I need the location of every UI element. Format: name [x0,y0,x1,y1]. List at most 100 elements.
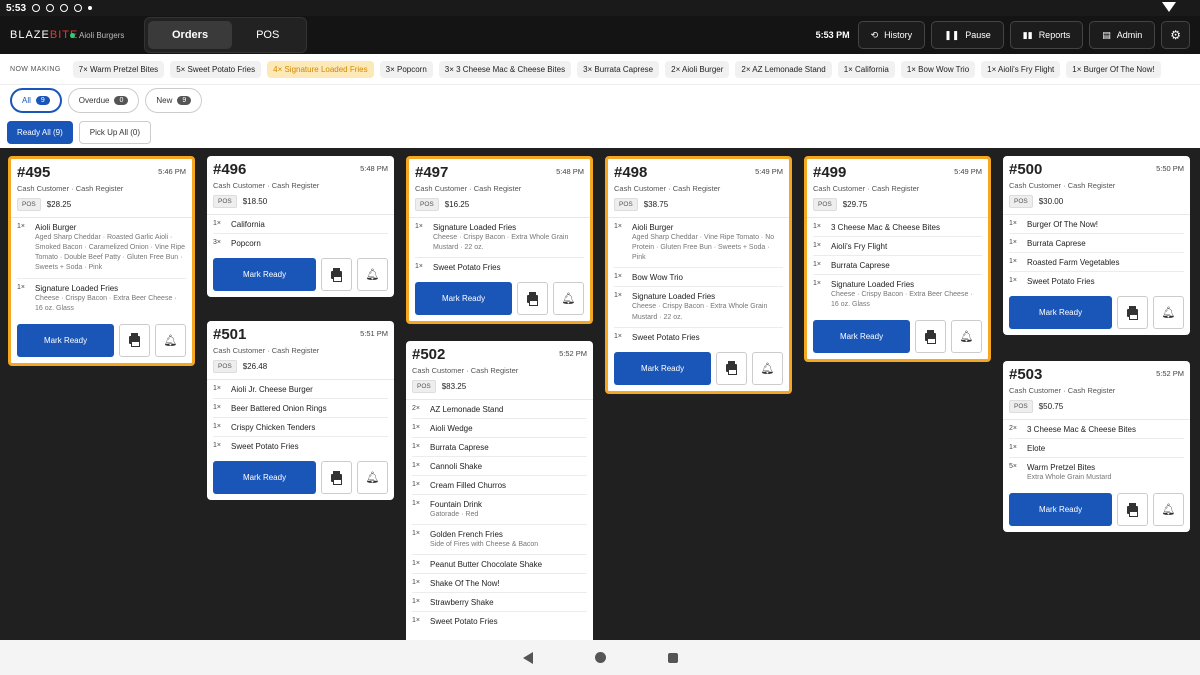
pause-icon: ❚❚ [944,29,960,40]
mark-ready-button[interactable]: Mark Ready [1009,493,1112,527]
now-making-chip[interactable]: 5× Sweet Potato Fries [170,60,262,78]
tab-pos[interactable]: POS [232,21,303,49]
now-making-chip[interactable]: 2× AZ Lemonade Stand [735,60,832,78]
print-button[interactable] [321,461,352,494]
notify-button[interactable]: 🔔︎ [1153,296,1184,329]
now-making-chip[interactable]: 1× Burger Of The Now! [1066,60,1161,78]
item-name: Golden French Fries [430,530,503,540]
notify-button[interactable]: 🔔︎ [357,461,388,494]
order-card-501: #501 5:51 PM Cash Customer · Cash Registe… [207,321,394,500]
item-name: Sweet Potato Fries [1027,277,1095,286]
order-item: 1× Sweet Potato Fries [415,258,584,276]
order-card-500: #500 5:50 PM Cash Customer · Cash Registe… [1003,156,1190,335]
now-making-chip[interactable]: 7× Warm Pretzel Bites [72,60,165,78]
order-item: 1× Peanut Butter Chocolate Shake [412,555,587,575]
item-name: 3 Cheese Mac & Cheese Bites [831,223,940,232]
item-name: Warm Pretzel Bites [1027,463,1096,472]
order-time: 5:48 PM [360,164,388,173]
order-item: 1× Bow Wow Trio [614,268,783,288]
bell-icon: 🔔︎ [561,293,576,306]
item-name: Sweet Potato Fries [632,332,700,342]
now-making-chip[interactable]: 3× 3 Cheese Mac & Cheese Bites [438,60,572,78]
order-total: $18.50 [242,197,268,206]
ready-all-button[interactable]: Ready All (9) [7,121,73,144]
filter-all[interactable]: All 9 [10,88,62,113]
mark-ready-button[interactable]: Mark Ready [213,461,316,494]
notify-button[interactable]: 🔔︎ [951,320,982,354]
item-qty: 1× [1009,277,1017,284]
item-name: Beer Battered Onion Rings [231,404,327,413]
now-making-chip[interactable]: 2× Aioli Burger [665,60,730,78]
mark-ready-button[interactable]: Mark Ready [614,351,711,385]
order-item: 1× Sweet Potato Fries [412,612,587,630]
mark-ready-button[interactable]: Mark Ready [415,282,512,316]
order-time: 5:46 PM [158,167,186,176]
shield-icon [46,4,55,12]
notify-button[interactable]: 🔔︎ [155,323,186,357]
now-making-chip[interactable]: 3× Popcorn [379,60,433,78]
now-making-chip[interactable]: 3× Burrata Caprese [577,60,660,78]
back-icon[interactable] [522,651,533,664]
settings-notification-icon [60,4,69,12]
item-name: Elote [1027,444,1046,453]
print-button[interactable] [517,282,548,316]
item-qty: 1× [213,220,221,227]
notify-button[interactable]: 🔔︎ [752,351,783,385]
now-making-chip[interactable]: 1× California [837,60,895,78]
order-source-badge: POS [213,360,237,373]
order-item: 1× Cannoli Shake [412,457,587,476]
printer-icon [129,333,140,348]
print-button[interactable] [1117,296,1148,329]
notification-icon [32,4,41,12]
order-item: 1× California [213,215,388,234]
reports-button[interactable]: ▮▮ Reports [1009,21,1084,49]
order-card-495: #495 5:46 PM Cash Customer · Cash Registe… [8,156,195,366]
now-making-chip[interactable]: 1× Aioli's Fry Flight [981,60,1061,78]
item-modifiers: Cheese · Crispy Bacon · Extra Whole Grai… [632,303,768,321]
mark-ready-button[interactable]: Mark Ready [1009,296,1112,329]
notify-button[interactable]: 🔔︎ [1153,493,1184,527]
pickup-all-button[interactable]: Pick Up All (0) [78,121,152,144]
notify-button[interactable]: 🔔︎ [357,258,388,291]
admin-label: Admin [1116,30,1143,40]
home-icon[interactable] [594,652,606,663]
now-making-chip[interactable]: 1× Bow Wow Trio [900,60,976,78]
order-item: 1× Crispy Chicken Tenders [213,418,388,437]
now-making-chip-highlighted[interactable]: 4× Signature Loaded Fries [267,60,374,78]
print-button[interactable] [119,323,150,357]
order-card-502: #502 5:52 PM Cash Customer · Cash Registe… [406,341,593,640]
print-button[interactable] [321,258,352,291]
tab-orders[interactable]: Orders [148,21,233,49]
recent-apps-icon[interactable] [667,652,678,663]
print-button[interactable] [1117,493,1148,527]
item-name: Aioli Wedge [430,424,473,433]
admin-button[interactable]: ▤ Admin [1089,21,1156,49]
print-button[interactable] [915,320,946,354]
order-customer: Cash Customer · Cash Register [17,184,124,193]
item-name: Sweet Potato Fries [433,263,501,273]
mark-ready-button[interactable]: Mark Ready [17,323,114,357]
order-item: 1× Aioli Wedge [412,419,587,438]
filter-overdue-label: Overdue [78,96,110,105]
order-source-badge: POS [17,198,41,211]
admin-icon: ▤ [1102,29,1111,40]
print-button[interactable] [716,351,747,385]
filter-overdue[interactable]: Overdue 0 [67,88,140,113]
order-source-badge: POS [813,198,837,211]
filter-new[interactable]: New 9 [145,88,203,113]
mark-ready-button[interactable]: Mark Ready [813,320,910,354]
notify-button[interactable]: 🔔︎ [553,282,584,316]
mark-ready-button[interactable]: Mark Ready [213,258,316,291]
item-name: Burrata Caprese [831,261,890,270]
settings-button[interactable]: ⚙ [1161,21,1190,49]
item-name: Crispy Chicken Tenders [231,423,316,432]
filter-new-count: 9 [177,96,192,105]
order-item: 1× Cream Filled Churros [412,476,587,495]
order-item: 1× Beer Battered Onion Rings [213,399,388,418]
order-card-496: #496 5:48 PM Cash Customer · Cash Registe… [207,156,394,297]
pause-button[interactable]: ❚❚ Pause [931,21,1004,49]
order-item: 5× Warm Pretzel Bites Extra Whole Grain Mu… [1009,458,1184,487]
item-qty: 1× [614,292,622,300]
history-button[interactable]: ⟲ History [857,21,926,49]
order-number: #502 [412,346,446,363]
